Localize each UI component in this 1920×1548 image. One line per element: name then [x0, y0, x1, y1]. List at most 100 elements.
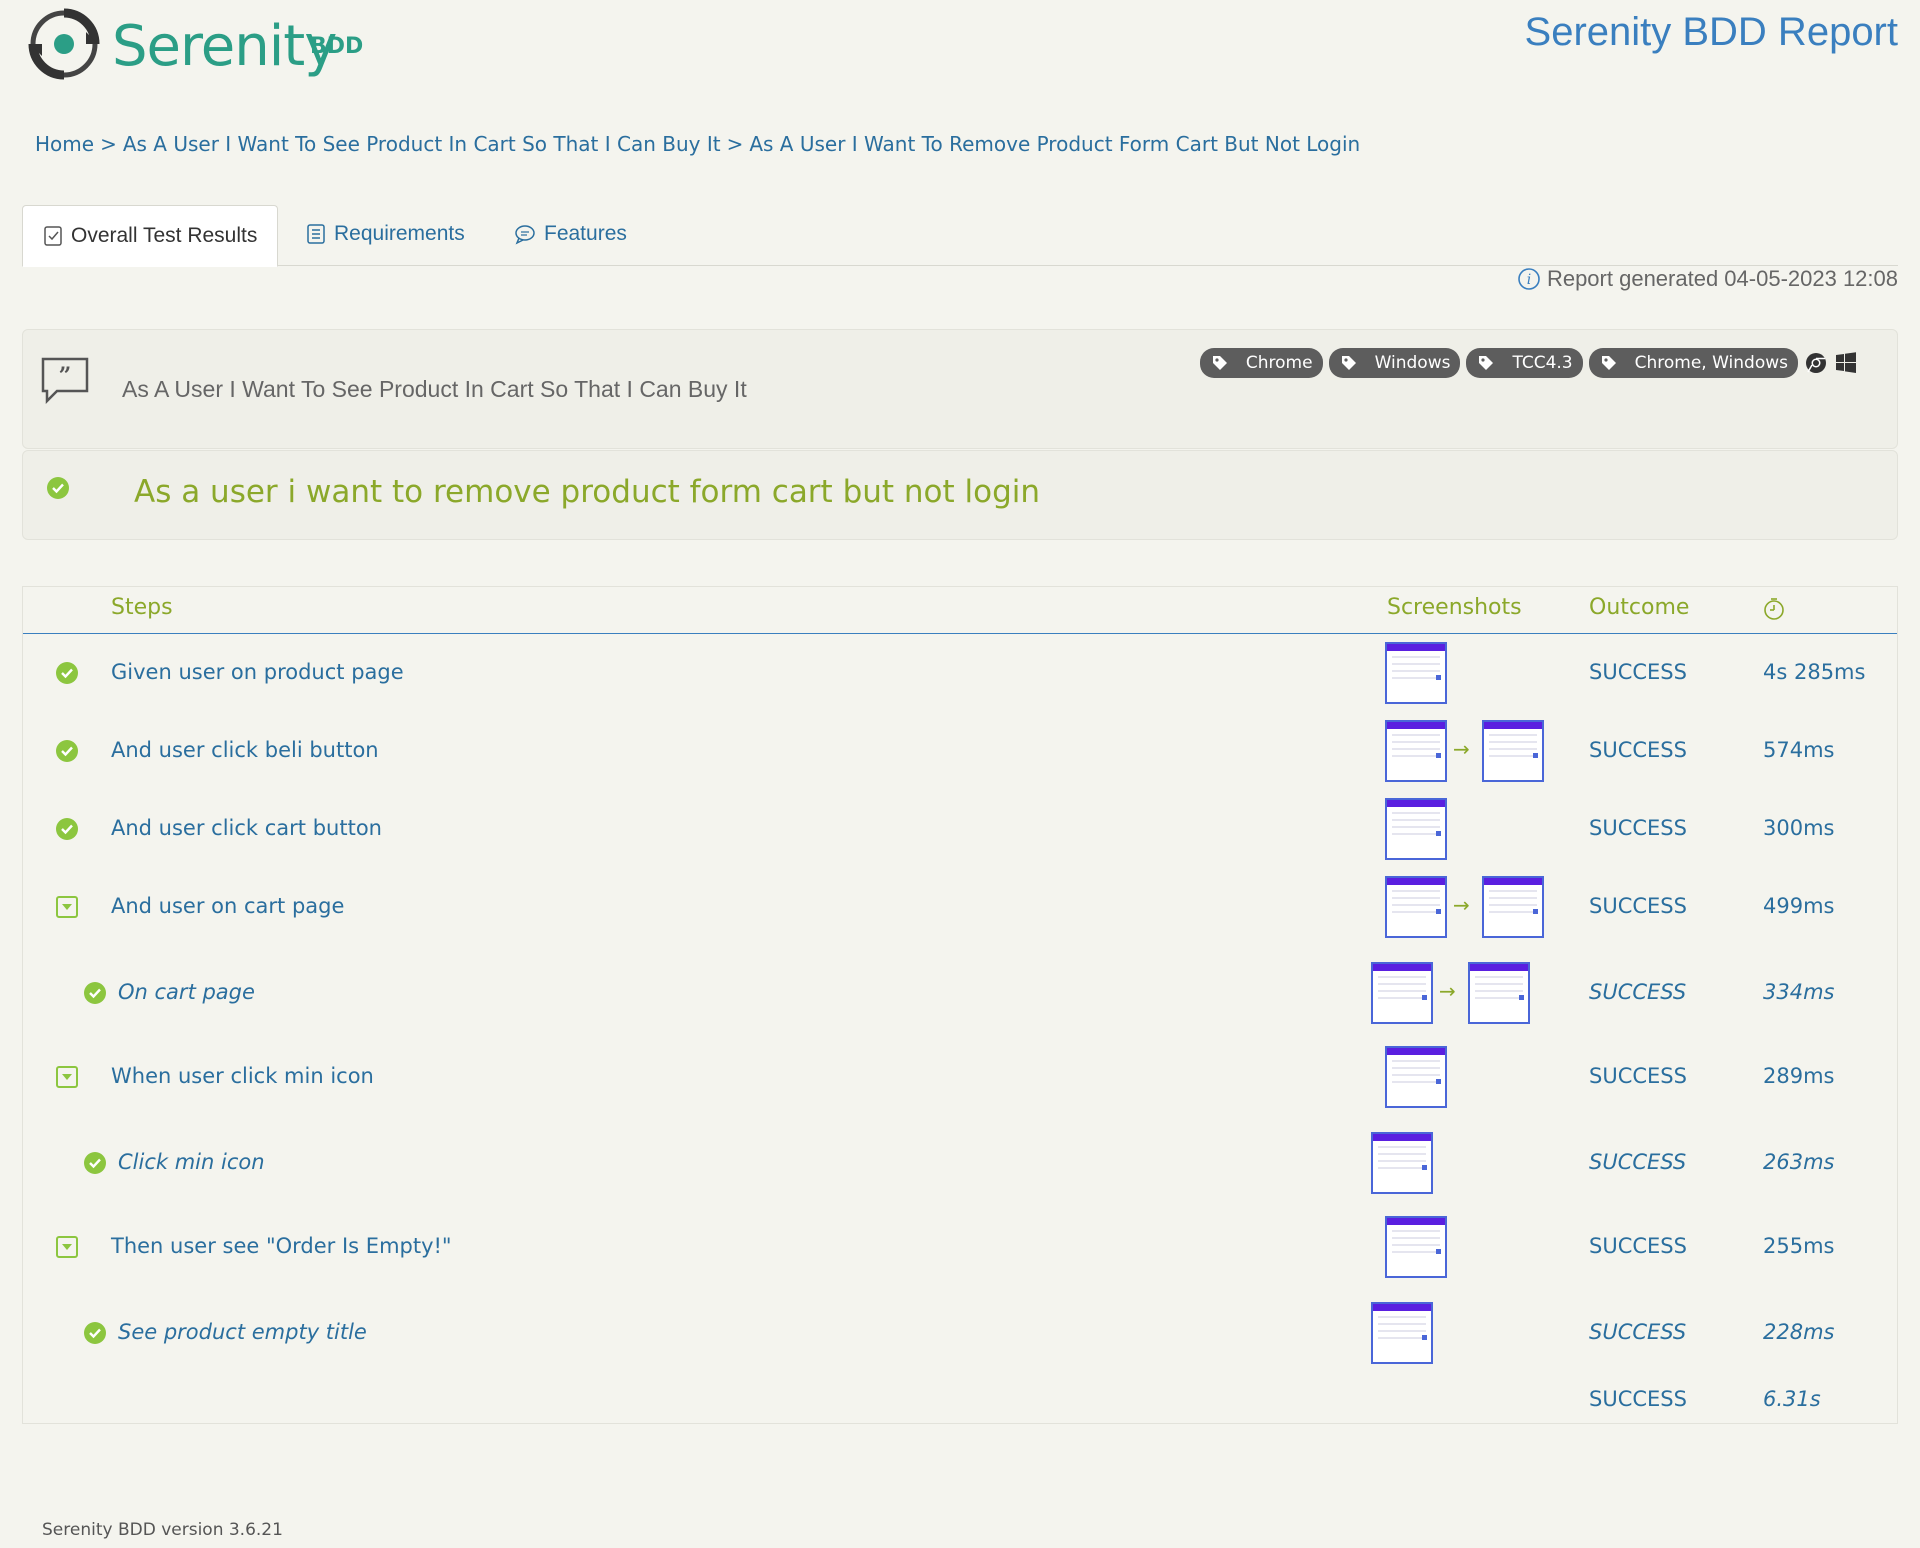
step-description: Given user on product page — [111, 660, 404, 684]
tag-icon — [1212, 356, 1227, 370]
windows-icon — [1836, 352, 1856, 373]
success-check-icon — [46, 476, 70, 504]
breadcrumb-current-scenario[interactable]: As A User I Want To Remove Product Form … — [749, 132, 1360, 156]
tag-icon — [1601, 356, 1616, 370]
step-description: See product empty title — [118, 1320, 367, 1344]
report-title: Serenity BDD Report — [1524, 10, 1898, 54]
tag-list: Chrome Windows TCC4.3 Chrome, Windows — [1199, 348, 1858, 378]
step-description: Click min icon — [118, 1150, 265, 1174]
total-outcome: SUCCESS — [1589, 1387, 1687, 1411]
tab-label: Overall Test Results — [71, 224, 258, 247]
step-description: And user on cart page — [111, 894, 345, 918]
step-outcome: SUCCESS — [1589, 1320, 1687, 1344]
breadcrumb-home-link[interactable]: Home — [35, 132, 94, 156]
steps-column-header: Steps — [111, 595, 173, 620]
footer-version: Serenity BDD version 3.6.21 — [42, 1520, 283, 1540]
step-description: On cart page — [118, 980, 255, 1004]
expand-toggle-icon[interactable] — [55, 1065, 79, 1093]
screenshot-thumbnail[interactable] — [1482, 876, 1544, 938]
scenario-title: As a user i want to remove product form … — [134, 474, 1041, 510]
tag-icon — [1341, 356, 1356, 370]
chrome-icon — [1806, 353, 1826, 373]
step-outcome: SUCCESS — [1589, 660, 1687, 684]
screenshot-thumbnail[interactable] — [1385, 720, 1447, 782]
total-duration: 6.31s — [1763, 1387, 1821, 1411]
steps-table-header: Steps Screenshots Outcome — [23, 587, 1897, 634]
arrow-right-icon: → — [1453, 737, 1470, 761]
screenshot-thumbnail[interactable] — [1385, 1046, 1447, 1108]
step-description: And user click cart button — [111, 816, 382, 840]
success-check-icon — [83, 1151, 107, 1179]
step-description: And user click beli button — [111, 738, 379, 762]
tab-label: Requirements — [334, 222, 465, 245]
step-description: When user click min icon — [111, 1064, 374, 1088]
requirement-title: As A User I Want To See Product In Cart … — [122, 376, 747, 402]
screenshot-thumbnail[interactable] — [1385, 642, 1447, 704]
tab-features[interactable]: Features — [514, 205, 627, 263]
info-icon: i — [1518, 268, 1540, 290]
report-generated-info: i Report generated 04-05-2023 12:08 — [1517, 266, 1898, 292]
success-check-icon — [83, 1321, 107, 1349]
tag-label: Windows — [1374, 353, 1451, 373]
tag-chrome[interactable]: Chrome — [1199, 348, 1323, 378]
arrow-right-icon: → — [1453, 893, 1470, 917]
screenshot-thumbnail[interactable] — [1468, 962, 1530, 1024]
step-duration: 255ms — [1763, 1234, 1835, 1258]
screenshot-thumbnail[interactable] — [1371, 962, 1433, 1024]
logo-text: Serenity — [112, 14, 337, 79]
logo-bdd-label: BDD — [310, 34, 364, 59]
tag-label: TCC4.3 — [1512, 353, 1573, 373]
step-duration: 289ms — [1763, 1064, 1835, 1088]
step-duration: 4s 285ms — [1763, 660, 1866, 684]
arrow-right-icon: → — [1439, 979, 1456, 1003]
speech-bubble-icon — [515, 225, 535, 245]
success-check-icon — [55, 817, 79, 845]
screenshot-thumbnail[interactable] — [1482, 720, 1544, 782]
step-duration: 263ms — [1763, 1150, 1835, 1174]
svg-text:i: i — [1527, 272, 1531, 288]
quote-bubble-icon: ” — [40, 356, 90, 408]
screenshots-column-header: Screenshots — [1387, 595, 1522, 620]
step-duration: 574ms — [1763, 738, 1835, 762]
tab-bar: Overall Test Results Requirements Featur… — [22, 205, 1898, 267]
breadcrumb-separator: > — [100, 132, 117, 156]
tag-label: Chrome, Windows — [1634, 353, 1788, 373]
step-duration: 499ms — [1763, 894, 1835, 918]
breadcrumb: Home > As A User I Want To See Product In … — [35, 132, 1360, 156]
step-outcome: SUCCESS — [1589, 894, 1687, 918]
screenshot-thumbnail[interactable] — [1371, 1132, 1433, 1194]
expand-toggle-icon[interactable] — [55, 1235, 79, 1263]
stopwatch-icon — [1763, 597, 1785, 627]
success-check-icon — [83, 981, 107, 1009]
breadcrumb-separator: > — [726, 132, 744, 156]
step-duration: 228ms — [1763, 1320, 1835, 1344]
expand-toggle-icon[interactable] — [55, 895, 79, 923]
report-generated-text: Report generated 04-05-2023 12:08 — [1546, 266, 1898, 291]
checklist-icon — [44, 226, 62, 246]
tab-label: Features — [544, 222, 627, 245]
step-outcome: SUCCESS — [1589, 1064, 1687, 1088]
step-description: Then user see "Order Is Empty!" — [111, 1234, 452, 1258]
tag-icon — [1479, 356, 1494, 370]
outcome-column-header: Outcome — [1589, 595, 1690, 620]
screenshot-thumbnail[interactable] — [1371, 1302, 1433, 1364]
document-icon — [307, 224, 325, 244]
step-outcome: SUCCESS — [1589, 816, 1687, 840]
breadcrumb-requirement-link[interactable]: As A User I Want To See Product In Cart … — [123, 132, 721, 156]
steps-table: Steps Screenshots Outcome Given user on … — [22, 586, 1898, 1424]
success-check-icon — [55, 661, 79, 689]
tab-requirements[interactable]: Requirements — [306, 205, 465, 263]
screenshot-thumbnail[interactable] — [1385, 798, 1447, 860]
screenshot-thumbnail[interactable] — [1385, 876, 1447, 938]
step-outcome: SUCCESS — [1589, 738, 1687, 762]
tag-label: Chrome — [1245, 353, 1313, 373]
step-outcome: SUCCESS — [1589, 1234, 1687, 1258]
screenshot-thumbnail[interactable] — [1385, 1216, 1447, 1278]
success-check-icon — [55, 739, 79, 767]
tab-overall-test-results[interactable]: Overall Test Results — [22, 205, 279, 267]
step-outcome: SUCCESS — [1589, 1150, 1687, 1174]
svg-text:”: ” — [59, 363, 72, 389]
tag-chrome-windows[interactable]: Chrome, Windows — [1588, 348, 1798, 378]
tag-windows[interactable]: Windows — [1328, 348, 1461, 378]
tag-tcc[interactable]: TCC4.3 — [1466, 348, 1583, 378]
